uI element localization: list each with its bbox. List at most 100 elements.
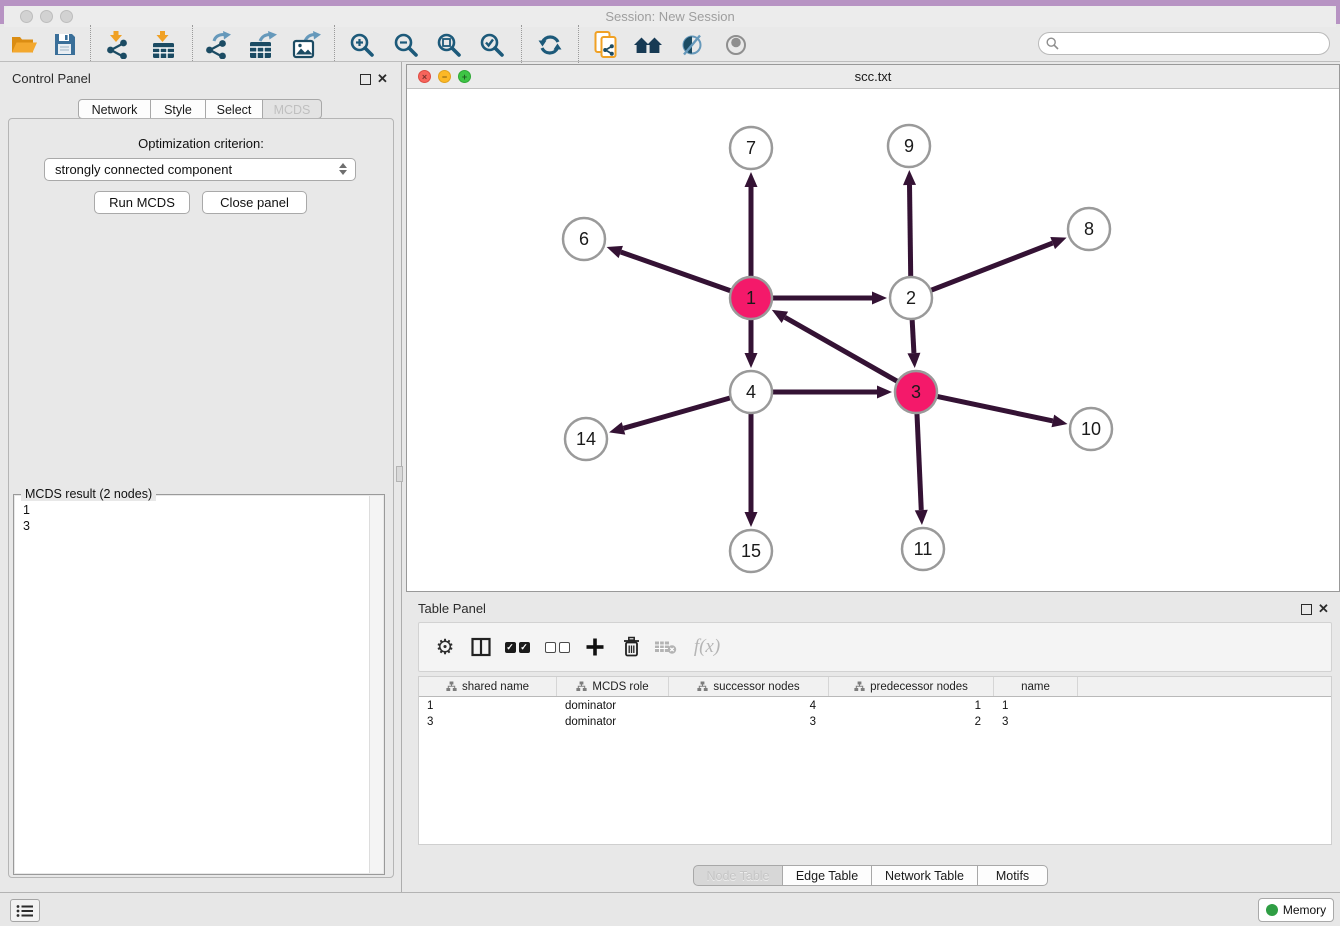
graph-node-label: 1 <box>746 288 756 308</box>
hierarchy-icon <box>576 681 587 692</box>
graph-edge-1-6[interactable] <box>621 252 731 291</box>
mcds-result-item: 1 <box>15 502 369 518</box>
eye-icon <box>722 34 750 56</box>
open-session-button[interactable] <box>8 29 40 60</box>
delete-table-button[interactable] <box>649 623 681 671</box>
deselect-all-button[interactable] <box>541 623 573 671</box>
graph-edge-2-8[interactable] <box>931 243 1053 290</box>
column-label: predecessor nodes <box>870 681 968 693</box>
zoom-in-button[interactable] <box>346 29 378 60</box>
memory-status-icon <box>1266 904 1278 916</box>
column-label: MCDS role <box>592 681 648 693</box>
tab-mcds[interactable]: MCDS <box>262 99 322 119</box>
import-network-button[interactable] <box>102 29 134 60</box>
eye-slash-icon <box>679 33 705 57</box>
table-toolbar: ⚙ ✓✓ f(x) <box>418 622 1332 672</box>
export-table-button[interactable] <box>246 29 278 60</box>
table-row[interactable]: 3 dominator 3 2 3 <box>419 714 1331 730</box>
graph-edge-arrowhead <box>607 246 623 258</box>
run-mcds-button[interactable]: Run MCDS <box>94 191 190 214</box>
optimization-criterion-label: Optimization criterion: <box>8 136 394 151</box>
add-column-button[interactable] <box>579 623 611 671</box>
show-all-button[interactable] <box>720 29 752 60</box>
zoom-selected-icon <box>479 32 505 58</box>
table-settings-button[interactable]: ⚙ <box>429 623 461 671</box>
table-row[interactable]: 1 dominator 4 1 1 <box>419 698 1331 714</box>
export-network-button[interactable] <box>202 29 234 60</box>
graph-node-label: 10 <box>1081 419 1101 439</box>
export-image-icon <box>292 31 321 59</box>
hierarchy-icon <box>697 681 708 692</box>
zoom-out-button[interactable] <box>390 29 422 60</box>
tab-motifs[interactable]: Motifs <box>977 865 1048 886</box>
tab-network-table[interactable]: Network Table <box>871 865 978 886</box>
close-panel-button[interactable]: Close panel <box>202 191 307 214</box>
save-icon <box>53 33 76 56</box>
zoom-selected-button[interactable] <box>476 29 508 60</box>
column-header-mcds-role[interactable]: MCDS role <box>557 677 669 696</box>
save-session-button[interactable] <box>48 29 80 60</box>
graph-edge-3-1[interactable] <box>785 317 898 381</box>
select-all-button[interactable]: ✓✓ <box>501 623 533 671</box>
mcds-result-list[interactable]: 1 3 <box>15 496 383 873</box>
zoom-fit-button[interactable] <box>433 29 465 60</box>
zoom-out-icon <box>393 32 419 58</box>
column-header-predecessor-nodes[interactable]: predecessor nodes <box>829 677 994 696</box>
split-pane-button[interactable] <box>465 623 497 671</box>
gear-icon: ⚙ <box>436 637 455 658</box>
apply-layout-button[interactable] <box>534 29 566 60</box>
zoom-in-icon <box>349 32 375 58</box>
reset-views-button[interactable] <box>632 29 664 60</box>
tab-style[interactable]: Style <box>150 99 206 119</box>
close-panel-icon-button[interactable]: ✕ <box>377 72 388 85</box>
graph-edge-arrowhead <box>609 422 625 435</box>
criterion-dropdown[interactable]: strongly connected component <box>44 158 356 181</box>
function-builder-button[interactable]: f(x) <box>685 623 729 671</box>
control-panel: Control Panel ✕ Network Style Select MCD… <box>0 62 402 892</box>
table-header-row: shared name MCDS role successor nodes pr… <box>419 677 1331 697</box>
search-input[interactable] <box>1063 34 1321 53</box>
graph-node-label: 14 <box>576 429 596 449</box>
toolbar-separator <box>578 25 579 63</box>
tab-node-table[interactable]: Node Table <box>693 865 783 886</box>
delete-column-button[interactable] <box>615 623 647 671</box>
export-table-icon <box>248 31 277 59</box>
tab-edge-table[interactable]: Edge Table <box>782 865 872 886</box>
task-history-button[interactable] <box>10 899 40 922</box>
toolbar-separator <box>521 25 522 63</box>
column-header-name[interactable]: name <box>994 677 1078 696</box>
graph-edge-2-3[interactable] <box>912 319 914 353</box>
graph-edge-4-14[interactable] <box>624 398 731 429</box>
import-table-button[interactable] <box>148 29 180 60</box>
hide-selected-button[interactable] <box>676 29 708 60</box>
toolbar-separator <box>90 25 91 63</box>
new-network-from-selection-button[interactable] <box>590 29 622 60</box>
search-field <box>1038 32 1330 55</box>
main-toolbar <box>0 27 1340 62</box>
graph-node-label: 9 <box>904 136 914 156</box>
graph-edge-3-11[interactable] <box>917 413 921 510</box>
mcds-result-item: 3 <box>15 518 369 534</box>
cell-shared-name: 1 <box>419 698 557 714</box>
column-header-successor-nodes[interactable]: successor nodes <box>669 677 829 696</box>
float-table-panel-button[interactable] <box>1301 604 1312 615</box>
vertical-splitter-handle[interactable] <box>396 466 403 482</box>
graph-edge-arrowhead <box>915 510 928 525</box>
checked-boxes-icon: ✓✓ <box>505 642 530 653</box>
search-icon <box>1046 37 1059 50</box>
graph-edge-3-10[interactable] <box>937 396 1053 421</box>
memory-button[interactable]: Memory <box>1258 898 1334 922</box>
node-table: shared name MCDS role successor nodes pr… <box>418 676 1332 845</box>
graph-edge-2-9[interactable] <box>910 185 911 277</box>
memory-label: Memory <box>1283 903 1326 917</box>
toolbar-separator <box>334 25 335 63</box>
tab-select[interactable]: Select <box>205 99 263 119</box>
result-scrollbar[interactable] <box>369 496 383 873</box>
close-table-panel-button[interactable]: ✕ <box>1318 602 1329 615</box>
export-image-button[interactable] <box>290 29 322 60</box>
column-header-shared-name[interactable]: shared name <box>419 677 557 696</box>
float-panel-button[interactable] <box>360 74 371 85</box>
network-graph[interactable]: 1234678910111415 <box>407 89 1339 591</box>
tab-network[interactable]: Network <box>78 99 151 119</box>
graph-edge-arrowhead <box>1051 415 1067 428</box>
